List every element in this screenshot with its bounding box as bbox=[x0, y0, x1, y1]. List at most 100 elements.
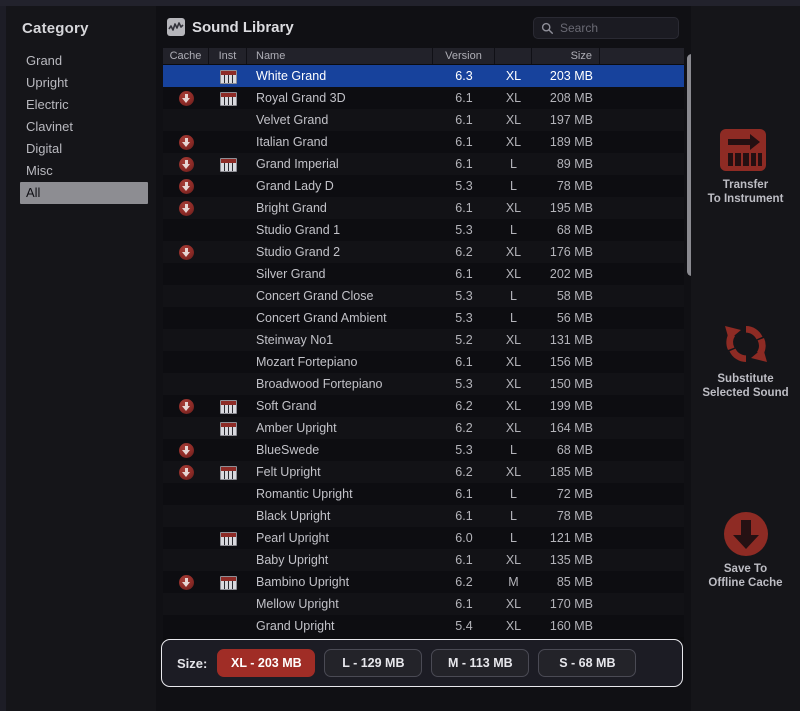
cell-size: 208 MB bbox=[549, 91, 593, 105]
table-row[interactable]: Italian Grand 6.1 XL 189 MB bbox=[163, 131, 684, 153]
table-row[interactable]: Broadwood Fortepiano 5.3 XL 150 MB bbox=[163, 373, 684, 395]
cache-download-icon[interactable] bbox=[178, 399, 194, 415]
table-row[interactable]: Concert Grand Close 5.3 L 58 MB bbox=[163, 285, 684, 307]
search-input[interactable] bbox=[560, 18, 672, 38]
table-row[interactable]: Pearl Upright 6.0 L 121 MB bbox=[163, 527, 684, 549]
cell-cache bbox=[163, 131, 209, 153]
category-item-digital[interactable]: Digital bbox=[20, 138, 148, 160]
table-row[interactable]: Concert Grand Ambient 5.3 L 56 MB bbox=[163, 307, 684, 329]
column-header-ver[interactable]: Version bbox=[433, 48, 495, 64]
column-header-inst[interactable]: Inst bbox=[209, 48, 247, 64]
cell-name: Grand Imperial bbox=[256, 157, 339, 171]
cell-cache bbox=[163, 153, 209, 175]
cell-size: 78 MB bbox=[556, 179, 593, 193]
size-option-xl[interactable]: XL - 203 MB bbox=[217, 649, 316, 677]
cache-download-icon[interactable] bbox=[178, 245, 194, 261]
cell-size: 199 MB bbox=[549, 399, 593, 413]
table-row[interactable]: Bambino Upright 6.2 M 85 MB bbox=[163, 571, 684, 593]
instrument-piano-icon[interactable] bbox=[219, 465, 237, 480]
cell-size: 89 MB bbox=[556, 157, 593, 171]
cell-name: Amber Upright bbox=[256, 421, 337, 435]
table-row[interactable]: White Grand 6.3 XL 203 MB bbox=[163, 65, 684, 87]
cache-download-icon[interactable] bbox=[178, 179, 194, 195]
cell-ver: 6.1 bbox=[455, 135, 473, 149]
instrument-piano-icon[interactable] bbox=[219, 421, 237, 436]
cache-download-icon[interactable] bbox=[178, 91, 194, 107]
table-row[interactable]: Grand Upright 5.4 XL 160 MB bbox=[163, 615, 684, 637]
cell-fmt: L bbox=[510, 157, 517, 171]
transfer-to-instrument-label-line2: To Instrument bbox=[707, 193, 784, 205]
cell-inst bbox=[209, 571, 247, 593]
instrument-piano-icon[interactable] bbox=[219, 531, 237, 546]
size-option-s[interactable]: S - 68 MB bbox=[538, 649, 637, 677]
substitute-selected-sound-button[interactable]: Substitute Selected Sound bbox=[691, 316, 800, 400]
column-header-fmt[interactable] bbox=[495, 48, 532, 64]
cell-ver: 6.2 bbox=[455, 465, 473, 479]
transfer-to-instrument-button[interactable]: Transfer To Instrument bbox=[691, 122, 800, 206]
cell-name: Concert Grand Ambient bbox=[256, 311, 387, 325]
cache-download-icon[interactable] bbox=[178, 575, 194, 591]
cell-fmt: L bbox=[510, 179, 517, 193]
cell-ver: 5.4 bbox=[455, 619, 473, 633]
cell-fmt: L bbox=[510, 509, 517, 523]
cell-inst bbox=[209, 527, 247, 549]
column-header-size[interactable]: Size bbox=[532, 48, 600, 64]
cell-size: 164 MB bbox=[549, 421, 593, 435]
cell-name: Pearl Upright bbox=[256, 531, 329, 545]
table-row[interactable]: BlueSwede 5.3 L 68 MB bbox=[163, 439, 684, 461]
table-row[interactable]: Grand Lady D 5.3 L 78 MB bbox=[163, 175, 684, 197]
cell-name: Mellow Upright bbox=[256, 597, 339, 611]
cache-download-icon[interactable] bbox=[178, 465, 194, 481]
cell-size: 160 MB bbox=[549, 619, 593, 633]
cell-inst bbox=[209, 87, 247, 109]
table-row[interactable]: Bright Grand 6.1 XL 195 MB bbox=[163, 197, 684, 219]
table-row[interactable]: Black Upright 6.1 L 78 MB bbox=[163, 505, 684, 527]
table-row[interactable]: Velvet Grand 6.1 XL 197 MB bbox=[163, 109, 684, 131]
table-row[interactable]: Steinway No1 5.2 XL 131 MB bbox=[163, 329, 684, 351]
column-header-cache[interactable]: Cache bbox=[163, 48, 209, 64]
table-row[interactable]: Silver Grand 6.1 XL 202 MB bbox=[163, 263, 684, 285]
table-row[interactable]: Felt Upright 6.2 XL 185 MB bbox=[163, 461, 684, 483]
column-header-name[interactable]: Name bbox=[247, 48, 433, 64]
cell-inst bbox=[209, 153, 247, 175]
category-item-misc[interactable]: Misc bbox=[20, 160, 148, 182]
cell-name: Studio Grand 2 bbox=[256, 245, 341, 259]
cell-ver: 5.3 bbox=[455, 443, 473, 457]
instrument-piano-icon[interactable] bbox=[219, 575, 237, 590]
table-row[interactable]: Grand Imperial 6.1 L 89 MB bbox=[163, 153, 684, 175]
cell-inst bbox=[209, 395, 247, 417]
instrument-piano-icon[interactable] bbox=[219, 157, 237, 172]
table-row[interactable]: Mozart Fortepiano 6.1 XL 156 MB bbox=[163, 351, 684, 373]
size-option-m[interactable]: M - 113 MB bbox=[431, 649, 530, 677]
save-to-offline-cache-button[interactable]: Save To Offline Cache bbox=[691, 506, 800, 590]
cell-ver: 6.2 bbox=[455, 399, 473, 413]
cache-download-icon[interactable] bbox=[178, 201, 194, 217]
instrument-piano-icon[interactable] bbox=[219, 69, 237, 84]
table-row[interactable]: Studio Grand 2 6.2 XL 176 MB bbox=[163, 241, 684, 263]
column-header-pad[interactable] bbox=[600, 48, 684, 64]
cache-download-icon[interactable] bbox=[178, 135, 194, 151]
cell-size: 189 MB bbox=[549, 135, 593, 149]
cache-download-icon[interactable] bbox=[178, 157, 194, 173]
search-box[interactable] bbox=[533, 17, 679, 39]
category-item-electric[interactable]: Electric bbox=[20, 94, 148, 116]
table-row[interactable]: Romantic Upright 6.1 L 72 MB bbox=[163, 483, 684, 505]
cell-fmt: XL bbox=[505, 245, 522, 259]
category-item-upright[interactable]: Upright bbox=[20, 72, 148, 94]
cell-cache bbox=[163, 241, 209, 263]
table-body: White Grand 6.3 XL 203 MB Royal Grand 3D 6.1 X… bbox=[163, 65, 684, 637]
category-item-clavinet[interactable]: Clavinet bbox=[20, 116, 148, 138]
table-row[interactable]: Soft Grand 6.2 XL 199 MB bbox=[163, 395, 684, 417]
table-row[interactable]: Amber Upright 6.2 XL 164 MB bbox=[163, 417, 684, 439]
table-row[interactable]: Mellow Upright 6.1 XL 170 MB bbox=[163, 593, 684, 615]
table-row[interactable]: Studio Grand 1 5.3 L 68 MB bbox=[163, 219, 684, 241]
table-row[interactable]: Royal Grand 3D 6.1 XL 208 MB bbox=[163, 87, 684, 109]
instrument-piano-icon[interactable] bbox=[219, 91, 237, 106]
cache-download-icon[interactable] bbox=[178, 443, 194, 459]
action-rail: Transfer To Instrument Substitute Select… bbox=[691, 6, 800, 711]
category-item-all[interactable]: All bbox=[20, 182, 148, 204]
size-option-l[interactable]: L - 129 MB bbox=[324, 649, 423, 677]
table-row[interactable]: Baby Upright 6.1 XL 135 MB bbox=[163, 549, 684, 571]
instrument-piano-icon[interactable] bbox=[219, 399, 237, 414]
category-item-grand[interactable]: Grand bbox=[20, 50, 148, 72]
